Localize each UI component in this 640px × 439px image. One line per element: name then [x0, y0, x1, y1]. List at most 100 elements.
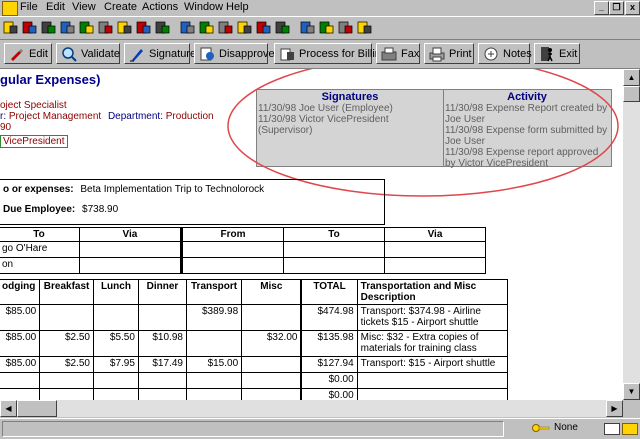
- dinner-cell[interactable]: [137, 304, 187, 331]
- travel-cell[interactable]: [180, 241, 285, 258]
- misc-cell[interactable]: [241, 304, 302, 331]
- signature-button[interactable]: Signature: [124, 43, 196, 64]
- lodging-cell[interactable]: $85.00: [0, 330, 41, 357]
- misc-cell[interactable]: [241, 388, 302, 400]
- open-icon[interactable]: [2, 19, 19, 36]
- description-cell[interactable]: [356, 372, 509, 389]
- travel-cell[interactable]: [383, 257, 487, 274]
- description-cell[interactable]: [356, 388, 509, 400]
- scissors-icon[interactable]: [40, 19, 57, 36]
- validate-button[interactable]: Validate: [56, 43, 120, 64]
- process-billing-button[interactable]: Process for Billing: [274, 43, 387, 64]
- breakfast-cell[interactable]: $2.50: [39, 330, 94, 357]
- arrow-down-icon[interactable]: [217, 19, 234, 36]
- lunch-cell[interactable]: [92, 372, 139, 389]
- pen-icon[interactable]: [135, 19, 152, 36]
- star-up-icon[interactable]: [274, 19, 291, 36]
- menu-create[interactable]: Create: [104, 1, 137, 13]
- total-cell: $0.00: [300, 372, 358, 389]
- transport-cell[interactable]: [185, 388, 243, 400]
- app-icon[interactable]: [2, 1, 18, 16]
- dinner-cell[interactable]: $10.98: [137, 330, 187, 357]
- scroll-right-arrow-icon[interactable]: ▶: [606, 400, 623, 417]
- restore-button[interactable]: ❐: [609, 1, 624, 15]
- menu-edit[interactable]: Edit: [46, 1, 65, 13]
- copy-icon[interactable]: [59, 19, 76, 36]
- transport-cell[interactable]: [185, 330, 243, 357]
- spelling-icon[interactable]: [116, 19, 133, 36]
- star-down-icon[interactable]: [255, 19, 272, 36]
- description-cell[interactable]: Transport: $374.98 - Airline tickets $15…: [356, 304, 509, 331]
- travel-cell[interactable]: [283, 257, 385, 274]
- vertical-scroll-thumb[interactable]: [623, 86, 640, 102]
- lunch-cell[interactable]: [92, 388, 139, 400]
- sort-icon[interactable]: [299, 19, 316, 36]
- lodging-cell[interactable]: [0, 372, 41, 389]
- horizontal-scroll-thumb[interactable]: [17, 400, 57, 417]
- fax-button[interactable]: Fax: [376, 43, 420, 64]
- travel-cell[interactable]: [383, 241, 487, 258]
- check-icon[interactable]: [21, 19, 38, 36]
- lodging-cell[interactable]: $85.00: [0, 304, 41, 331]
- expense-header: Lunch: [92, 279, 139, 305]
- transport-cell[interactable]: $15.00: [185, 356, 243, 373]
- vertical-scrollbar[interactable]: ▲ ▼: [623, 69, 640, 400]
- travel-cell[interactable]: go O'Hare: [0, 241, 80, 258]
- arrow-up-icon[interactable]: [236, 19, 253, 36]
- edit-button[interactable]: Edit: [4, 43, 52, 64]
- travel-cell[interactable]: on: [0, 257, 80, 274]
- mail-icon[interactable]: [604, 423, 620, 435]
- expenses-table: odging Breakfast Lunch Dinner Transport …: [0, 279, 509, 400]
- travel-cell[interactable]: [78, 241, 183, 258]
- breakfast-cell[interactable]: [39, 304, 94, 331]
- move-up-icon[interactable]: [198, 19, 215, 36]
- misc-cell[interactable]: [241, 356, 302, 373]
- attach-icon[interactable]: [318, 19, 335, 36]
- transport-cell[interactable]: [185, 372, 243, 389]
- menu-file[interactable]: File: [20, 1, 38, 13]
- lodging-cell[interactable]: $85.00: [0, 356, 41, 373]
- menu-window[interactable]: Window: [184, 1, 223, 13]
- dinner-cell[interactable]: [137, 372, 187, 389]
- people-icon[interactable]: [337, 19, 354, 36]
- horizontal-scrollbar[interactable]: ◀ ▶: [0, 400, 623, 417]
- lunch-cell[interactable]: $5.50: [92, 330, 139, 357]
- inbox-icon[interactable]: [622, 423, 638, 435]
- scroll-left-arrow-icon[interactable]: ◀: [0, 400, 17, 417]
- minimize-button[interactable]: _: [594, 1, 609, 15]
- breakfast-cell[interactable]: [39, 388, 94, 400]
- travel-cell[interactable]: [180, 257, 285, 274]
- close-button[interactable]: x: [625, 1, 640, 15]
- menu-view[interactable]: View: [72, 1, 96, 13]
- tools-icon[interactable]: [154, 19, 171, 36]
- notes-button[interactable]: Notes: [478, 43, 532, 64]
- lodging-cell[interactable]: [0, 388, 41, 400]
- disapprove-button[interactable]: Disapprove: [194, 43, 275, 64]
- move-down-icon[interactable]: [179, 19, 196, 36]
- misc-cell[interactable]: [241, 372, 302, 389]
- travel-cell[interactable]: [283, 241, 385, 258]
- breakfast-cell[interactable]: [39, 372, 94, 389]
- dinner-cell[interactable]: $17.49: [137, 356, 187, 373]
- document-icon[interactable]: [97, 19, 114, 36]
- breakfast-cell[interactable]: $2.50: [39, 356, 94, 373]
- exit-button[interactable]: Exit: [534, 43, 580, 64]
- paste-icon[interactable]: [78, 19, 95, 36]
- misc-cell[interactable]: $32.00: [241, 330, 302, 357]
- description-cell[interactable]: Transport: $15 - Airport shuttle: [356, 356, 509, 373]
- print-button[interactable]: Print: [424, 43, 474, 64]
- linked-icon[interactable]: [356, 19, 373, 36]
- dinner-cell[interactable]: [137, 388, 187, 400]
- scroll-down-arrow-icon[interactable]: ▼: [623, 383, 640, 400]
- table-row: odging Breakfast Lunch Dinner Transport …: [0, 279, 509, 305]
- travel-cell[interactable]: [78, 257, 183, 274]
- location-selector[interactable]: None: [552, 421, 602, 435]
- description-cell[interactable]: Misc: $32 - Extra copies of materials fo…: [356, 330, 509, 357]
- lunch-cell[interactable]: $7.95: [92, 356, 139, 373]
- lunch-cell[interactable]: [92, 304, 139, 331]
- menu-help[interactable]: Help: [226, 1, 249, 13]
- location-value: None: [554, 422, 578, 433]
- menu-actions[interactable]: Actions: [142, 1, 178, 13]
- scroll-up-arrow-icon[interactable]: ▲: [623, 69, 640, 86]
- transport-cell[interactable]: $389.98: [185, 304, 243, 331]
